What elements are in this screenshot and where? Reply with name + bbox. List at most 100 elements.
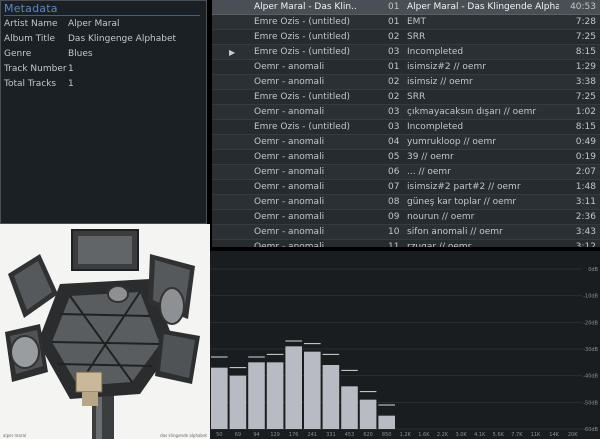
playlist-row-selected[interactable]: Alper Maral - Das Klin... 01 Alper Maral… bbox=[212, 0, 600, 15]
freq-tick-label: 1.6K bbox=[418, 432, 430, 438]
track-title: rzugar // oemr bbox=[407, 242, 472, 247]
track-title: Incompleted bbox=[407, 47, 464, 57]
track-number: 01 bbox=[388, 17, 400, 27]
track-title: ... // oemr bbox=[407, 167, 451, 177]
metadata-row-total-tracks: Total Tracks 1 bbox=[1, 77, 206, 92]
spectrum-bar bbox=[211, 367, 228, 429]
db-tick-label: -50dB bbox=[583, 400, 598, 406]
freq-tick-label: 176 bbox=[289, 432, 299, 438]
metadata-title-underline bbox=[4, 15, 200, 16]
spectrum-bar bbox=[341, 386, 358, 429]
track-artist: Emre Ozis - (untitled) bbox=[254, 17, 351, 27]
playlist-row[interactable]: Emre Ozis - (untitled) 02 SRR 7:25 bbox=[212, 90, 600, 105]
track-artist: Emre Ozis - (untitled) bbox=[254, 32, 351, 42]
spectrum-bar bbox=[266, 362, 284, 429]
playlist-row[interactable]: Oemr - anomali 11 rzugar // oemr 3:12 bbox=[212, 240, 600, 247]
playlist-row[interactable]: Oemr - anomali 10 sifon anomali // oemr 3:4… bbox=[212, 225, 600, 240]
db-tick-label: -30dB bbox=[583, 347, 598, 353]
metadata-key: Album Title bbox=[4, 34, 55, 44]
metadata-row-genre: Genre Blues bbox=[1, 47, 206, 62]
freq-tick-label: 20K bbox=[568, 432, 578, 438]
track-number: 09 bbox=[388, 212, 400, 222]
track-title: SRR bbox=[407, 92, 426, 102]
track-artist: Oemr - anomali bbox=[254, 212, 325, 222]
playlist-row[interactable]: Emre Ozis - (untitled) 03 Incompleted 8:15 bbox=[212, 120, 600, 135]
playlist-row[interactable]: Oemr - anomali 06 ... // oemr 2:07 bbox=[212, 165, 600, 180]
album-art-caption-album: das klingende alphabet bbox=[160, 433, 207, 438]
track-number: 01 bbox=[388, 62, 400, 72]
track-number: 02 bbox=[388, 32, 400, 42]
track-duration: 2:36 bbox=[575, 212, 596, 222]
now-playing-icon: ▶ bbox=[229, 48, 236, 57]
playlist-row[interactable]: Oemr - anomali 01 isimsiz#2 // oemr 1:29 bbox=[212, 60, 600, 75]
track-artist: Emre Ozis - (untitled) bbox=[254, 92, 351, 102]
track-title: nourun // oemr bbox=[407, 212, 475, 222]
playlist-row[interactable]: Oemr - anomali 04 yumrukloop // oemr 0:49 bbox=[212, 135, 600, 150]
track-number: 10 bbox=[388, 227, 400, 237]
track-duration: 8:15 bbox=[575, 122, 596, 132]
playlist-row[interactable]: Oemr - anomali 05 39 // oemr 0:19 bbox=[212, 150, 600, 165]
metadata-key: Total Tracks bbox=[4, 79, 57, 89]
track-duration: 0:19 bbox=[575, 152, 596, 162]
track-title: EMT bbox=[407, 17, 426, 27]
track-number: 02 bbox=[388, 77, 400, 87]
freq-tick-label: 331 bbox=[326, 432, 336, 438]
metadata-value: Das Klingenge Alphabet bbox=[68, 34, 177, 44]
freq-tick-label: 69 bbox=[235, 432, 241, 438]
track-number: 03 bbox=[388, 107, 400, 117]
track-number: 01 bbox=[388, 2, 400, 12]
track-title: isimsiz // oemr bbox=[407, 77, 473, 87]
track-title: çıkmayacaksın dışarı // oemr bbox=[407, 107, 537, 117]
track-duration: 1:48 bbox=[575, 182, 596, 192]
playlist-row[interactable]: ▶ Emre Ozis - (untitled) 03 Incompleted 8:15 bbox=[212, 45, 600, 60]
playlist-row[interactable]: Oemr - anomali 09 nourun // oemr 2:36 bbox=[212, 210, 600, 225]
metadata-value: Alper Maral bbox=[68, 19, 120, 29]
spectrum-chart: 0dB -10dB -20dB -30dB -40dB -50dB -60dB 50 69 94 1… bbox=[210, 267, 599, 438]
track-title: isimsiz#2 // oemr bbox=[407, 62, 486, 72]
track-number: 02 bbox=[388, 92, 400, 102]
track-artist: Oemr - anomali bbox=[254, 77, 325, 87]
spectrum-bar bbox=[285, 346, 302, 429]
metadata-row-artist: Artist Name Alper Maral bbox=[1, 17, 206, 32]
track-title: yumrukloop // oemr bbox=[407, 137, 496, 147]
track-artist: Oemr - anomali bbox=[254, 242, 325, 247]
freq-tick-label: 11K bbox=[531, 432, 541, 438]
track-duration: 7:25 bbox=[575, 32, 596, 42]
db-tick-label: 0dB bbox=[588, 267, 598, 273]
track-duration: 8:15 bbox=[575, 47, 596, 57]
track-title: SRR bbox=[407, 32, 426, 42]
metadata-panel: Metadata Artist Name Alper Maral Album T… bbox=[0, 0, 207, 224]
playlist-row[interactable]: Oemr - anomali 08 güneş kar toplar // oemr… bbox=[212, 195, 600, 210]
db-tick-label: -40dB bbox=[583, 374, 598, 380]
metadata-key: Track Number bbox=[4, 64, 67, 74]
spectrum-bar bbox=[229, 375, 247, 429]
metadata-title: Metadata bbox=[4, 2, 58, 15]
playlist-row[interactable]: Oemr - anomali 02 isimsiz // oemr 3:38 bbox=[212, 75, 600, 90]
album-art: alper maral das klingende alphabet bbox=[0, 224, 210, 439]
freq-tick-label: 4.1K bbox=[474, 432, 486, 438]
track-number: 11 bbox=[388, 242, 400, 247]
metadata-key: Artist Name bbox=[4, 19, 58, 29]
db-tick-label: -60dB bbox=[583, 427, 598, 433]
playlist-row[interactable]: Oemr - anomali 07 isimsiz#2 part#2 // oemr… bbox=[212, 180, 600, 195]
playlist-row[interactable]: Oemr - anomali 03 çıkmayacaksın dışarı // … bbox=[212, 105, 600, 120]
track-artist: Emre Ozis - (untitled) bbox=[254, 47, 351, 57]
playlist[interactable]: Alper Maral - Das Klin... 01 Alper Maral… bbox=[212, 0, 600, 247]
freq-tick-label: 241 bbox=[308, 432, 318, 438]
freq-tick-label: 50 bbox=[216, 432, 222, 438]
freq-tick-label: 5.6K bbox=[493, 432, 505, 438]
track-duration: 40:53 bbox=[570, 2, 596, 12]
track-duration: 7:25 bbox=[575, 92, 596, 102]
track-artist: Oemr - anomali bbox=[254, 152, 325, 162]
metadata-row-album: Album Title Das Klingenge Alphabet bbox=[1, 32, 206, 47]
track-artist: Oemr - anomali bbox=[254, 197, 325, 207]
freq-tick-label: 1.2K bbox=[400, 432, 412, 438]
db-tick-label: -10dB bbox=[583, 294, 598, 300]
track-duration: 1:29 bbox=[575, 62, 596, 72]
track-title: Alper Maral - Das Klingende Alpha... bbox=[407, 2, 559, 12]
track-artist: Oemr - anomali bbox=[254, 107, 325, 117]
freq-tick-label: 3.0K bbox=[455, 432, 467, 438]
playlist-row[interactable]: Emre Ozis - (untitled) 01 EMT 7:28 bbox=[212, 15, 600, 30]
playlist-row[interactable]: Emre Ozis - (untitled) 02 SRR 7:25 bbox=[212, 30, 600, 45]
track-duration: 2:07 bbox=[575, 167, 596, 177]
